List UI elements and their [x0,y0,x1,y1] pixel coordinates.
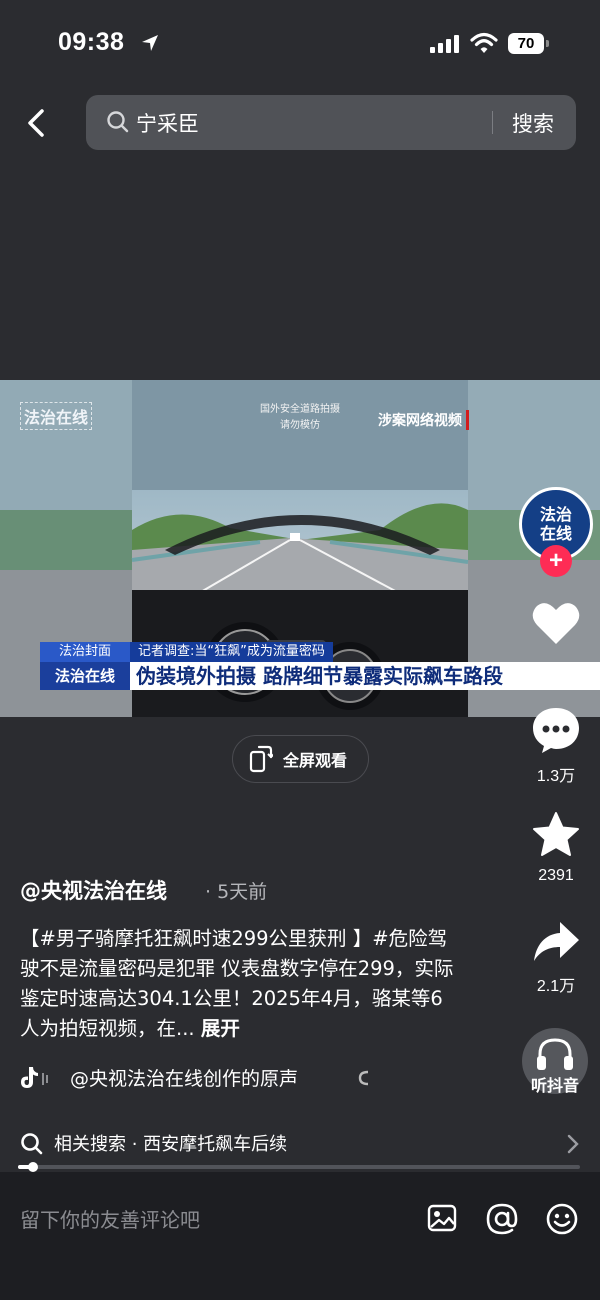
favorite-button[interactable]: 2391 [518,811,594,885]
related-search[interactable]: 相关搜索 · 西安摩托飙车后续 [20,1128,580,1160]
sound-row[interactable]: @央视法治在线创作的原声 [20,1063,370,1093]
ticker-label-bottom: 法治在线 [40,662,130,690]
video-progress-bar[interactable] [18,1162,580,1172]
search-button[interactable]: 搜索 [512,108,554,138]
comment-bubble-icon [533,708,579,753]
headphones-icon [537,1038,573,1070]
comment-count: 1.3万 [536,768,576,785]
back-arrow-icon[interactable] [20,105,56,141]
like-button[interactable] [518,600,594,650]
cellular-signal-icon [430,35,459,53]
tiktok-music-icon [21,1067,48,1088]
share-arrow-icon [534,922,579,961]
watermark-logo: 法治在线 [20,402,93,430]
ticker-subtitle: 记者调查:当“狂飙”成为流量密码 [130,642,333,662]
avatar-text-line1: 法治 [539,505,572,524]
image-icon[interactable] [426,1202,458,1234]
status-time: 09:38 [58,28,125,56]
news-ticker: 法治封面 法治在线 记者调查:当“狂飙”成为流量密码 伪装境外拍摄 路牌细节暴露… [40,642,600,690]
comment-bar: 留下你的友善评论吧 [0,1172,600,1300]
favorite-count: 2391 [538,867,574,884]
watermark-note-line1: 国外安全道路拍摄 [260,404,340,415]
battery-indicator: 70 [508,33,544,54]
fullscreen-rotate-icon [249,745,273,773]
search-input[interactable]: 宁采臣 [136,108,199,138]
location-arrow-icon [142,35,158,51]
wifi-icon [470,32,498,53]
heart-icon [532,603,580,644]
author-name[interactable]: @央视法治在线 [20,875,167,905]
watermark-tag: 涉案网络视频 [378,410,469,430]
post-time: · 5天前 [205,881,268,903]
ticker-headline: 伪装境外拍摄 路牌细节暴露实际飙车路段 [130,662,600,690]
share-button[interactable]: 2.1万 [518,920,594,996]
comment-input[interactable]: 留下你的友善评论吧 [20,1204,200,1233]
avatar-text-line2: 在线 [539,524,572,543]
sound-title: @央视法治在线创作的原声 [70,1068,299,1090]
search-icon [21,1133,43,1155]
related-search-text: 相关搜索 · 西安摩托飙车后续 [54,1134,288,1155]
comment-button[interactable]: 1.3万 [518,706,594,786]
star-icon [533,812,579,856]
mention-at-icon[interactable] [485,1202,519,1236]
ticker-label-top: 法治封面 [40,642,130,662]
chevron-right-icon [567,1134,579,1154]
watermark-note: 国外安全道路拍摄 请勿模仿 [240,402,360,434]
expand-button[interactable]: 展开 [201,1017,240,1040]
status-bar: 09:38 70 [0,0,600,90]
fullscreen-button[interactable]: 全屏观看 [232,735,369,783]
progress-knob[interactable] [28,1162,38,1172]
music-disc-icon [358,1070,369,1086]
search-bar[interactable]: 宁采臣 搜索 [86,95,576,150]
watermark-note-line2: 请勿模仿 [280,420,320,431]
share-count: 2.1万 [536,978,576,995]
listen-label: 听抖音 [530,1076,579,1095]
battery-tip [546,40,549,47]
fullscreen-label: 全屏观看 [283,751,348,770]
search-divider [492,111,493,134]
search-icon [107,111,129,133]
emoji-icon[interactable] [545,1202,579,1236]
follow-plus-button[interactable]: + [540,545,572,577]
post-description: 【#男子骑摩托狂飙时速299公里获刑 】#危险驾驶不是流量密码是犯罪 仪表盘数字… [20,924,460,1044]
video-player[interactable]: 法治在线 国外安全道路拍摄 请勿模仿 涉案网络视频 法治封面 法治在线 记者调查… [0,380,600,717]
